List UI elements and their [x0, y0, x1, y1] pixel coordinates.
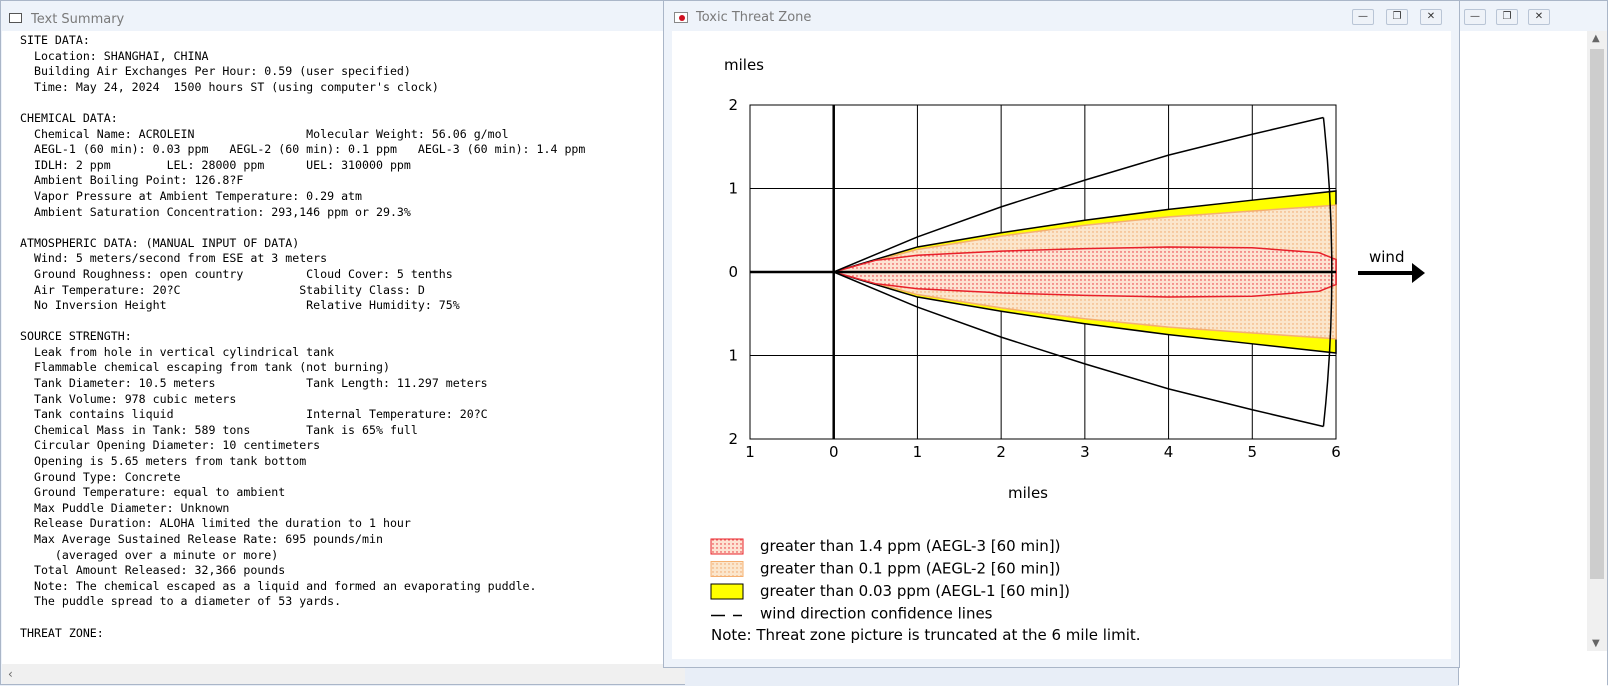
restore-button[interactable]: ❐: [1496, 9, 1518, 25]
scroll-left-icon[interactable]: ‹: [8, 667, 13, 681]
x-tick-label: 6: [1331, 443, 1341, 461]
summary-line: Flammable chemical escaping from tank (n…: [20, 360, 390, 375]
minimize-button[interactable]: —: [1352, 9, 1374, 25]
summary-line: Max Average Sustained Release Rate: 695 …: [20, 532, 383, 546]
y-tick-label: 1: [728, 347, 738, 365]
scrollbar-thumb[interactable]: [1590, 49, 1604, 579]
window-title: Toxic Threat Zone: [696, 10, 812, 25]
summary-line: CHEMICAL DATA:: [20, 110, 118, 125]
summary-line: Ambient Saturation Concentration: 293,14…: [20, 204, 411, 219]
wind-label: wind: [1369, 248, 1404, 266]
legend-label: greater than 0.1 ppm (AEGL-2 [60 min]): [760, 560, 1060, 578]
threat-zone-canvas: 1012345621012 miles miles wind greater t…: [672, 31, 1451, 659]
threat-zone-icon: [674, 12, 688, 23]
background-window-content: ▲ ▼: [1459, 31, 1607, 686]
aegl1-swatch: [710, 583, 744, 600]
x-tick-label: 1: [745, 443, 755, 461]
summary-line: Total Amount Released: 32,366 pounds: [20, 563, 286, 578]
x-tick-label: 4: [1164, 443, 1174, 461]
summary-line: Max Puddle Diameter: Unknown: [20, 500, 230, 515]
summary-line: Tank Diameter: 10.5 meters Tank Length: …: [20, 376, 488, 391]
summary-line: Ambient Boiling Point: 126.8?F: [20, 173, 244, 188]
summary-line: Time: May 24, 2024 1500 hours ST (using …: [20, 79, 439, 94]
summary-line: Air Temperature: 20?C Stability Class: D: [20, 282, 425, 297]
summary-line: THREAT ZONE:: [20, 625, 104, 640]
summary-line: ATMOSPHERIC DATA: (MANUAL INPUT OF DATA): [20, 235, 300, 250]
summary-line: Release Duration: ALOHA limited the dura…: [20, 516, 411, 531]
summary-text: SITE DATA: Location: SHANGHAI, CHINA Bui…: [2, 31, 685, 641]
background-window[interactable]: — ❐ ✕ ▲ ▼: [1458, 0, 1608, 686]
x-tick-label: 3: [1080, 443, 1090, 461]
summary-line: Opening is 5.65 meters from tank bottom: [20, 454, 307, 469]
summary-line: SOURCE STRENGTH:: [20, 329, 132, 344]
text-summary-titlebar[interactable]: Text Summary: [1, 1, 686, 31]
legend-label: wind direction confidence lines: [760, 605, 993, 623]
summary-line: No Inversion Height Relative Humidity: 7…: [20, 298, 460, 313]
summary-line: IDLH: 2 ppm LEL: 28000 ppm UEL: 310000 p…: [20, 157, 411, 172]
summary-line: Location: SHANGHAI, CHINA: [20, 48, 209, 63]
truncation-note: Note: Threat zone picture is truncated a…: [711, 626, 1141, 644]
wind-indicator: wind: [1358, 248, 1425, 283]
y-tick-label: 0: [728, 263, 738, 281]
vertical-scrollbar[interactable]: ▲ ▼: [1587, 31, 1607, 651]
y-tick-label: 2: [728, 430, 738, 448]
summary-line: Building Air Exchanges Per Hour: 0.59 (u…: [20, 64, 411, 79]
document-icon: [9, 13, 22, 23]
summary-line: Circular Opening Diameter: 10 centimeter…: [20, 438, 321, 453]
summary-line: Vapor Pressure at Ambient Temperature: 0…: [20, 188, 363, 203]
summary-line: The puddle spread to a diameter of 53 ya…: [20, 594, 342, 609]
aegl3-swatch: [710, 538, 744, 555]
legend-label: greater than 0.03 ppm (AEGL-1 [60 min]): [760, 582, 1070, 600]
text-summary-content[interactable]: SITE DATA: Location: SHANGHAI, CHINA Bui…: [2, 31, 685, 664]
summary-line: (averaged over a minute or more): [20, 547, 279, 562]
summary-line: Wind: 5 meters/second from ESE at 3 mete…: [20, 251, 328, 266]
scroll-up-icon[interactable]: ▲: [1592, 33, 1600, 44]
scroll-down-icon[interactable]: ▼: [1592, 638, 1600, 649]
horizontal-scrollbar[interactable]: ‹: [2, 664, 685, 684]
toxic-threat-zone-window[interactable]: Toxic Threat Zone — ❐ ✕ 1012345621012 mi…: [663, 0, 1460, 668]
x-tick-label: 5: [1248, 443, 1258, 461]
summary-line: Ground Temperature: equal to ambient: [20, 485, 286, 500]
summary-line: Tank contains liquid Internal Temperatur…: [20, 407, 488, 422]
wind-arrow-icon: [1412, 263, 1425, 283]
summary-line: Leak from hole in vertical cylindrical t…: [20, 344, 335, 359]
summary-line: Ground Type: Concrete: [20, 469, 181, 484]
summary-line: Chemical Name: ACROLEIN Molecular Weight…: [20, 126, 509, 141]
x-axis-units: miles: [1008, 484, 1048, 502]
x-tick-label: 2: [996, 443, 1006, 461]
y-tick-label: 1: [728, 180, 738, 198]
close-button[interactable]: ✕: [1528, 9, 1550, 25]
y-axis-units: miles: [724, 56, 764, 74]
text-summary-window[interactable]: Text Summary SITE DATA: Location: SHANGH…: [0, 0, 685, 685]
summary-line: Tank Volume: 978 cubic meters: [20, 391, 237, 406]
restore-button[interactable]: ❐: [1386, 9, 1408, 25]
aegl2-swatch: [710, 561, 744, 577]
summary-line: SITE DATA:: [20, 33, 90, 47]
summary-line: Chemical Mass in Tank: 589 tons Tank is …: [20, 422, 418, 437]
window-title: Text Summary: [31, 12, 125, 27]
threat-zone-plot: 1 0 1 2 3 4 5 621012 miles miles wind greater t…: [710, 56, 1425, 644]
x-tick-label: 0: [829, 443, 839, 461]
summary-line: AEGL-1 (60 min): 0.03 ppm AEGL-2 (60 min…: [20, 142, 586, 157]
legend: greater than 1.4 ppm (AEGL-3 [60 min]) gr…: [710, 537, 1070, 623]
summary-line: Note: The chemical escaped as a liquid a…: [20, 578, 537, 593]
y-tick-label: 2: [728, 96, 738, 114]
close-button[interactable]: ✕: [1420, 9, 1442, 25]
x-tick-label: 1: [913, 443, 923, 461]
minimize-button[interactable]: —: [1464, 9, 1486, 25]
legend-label: greater than 1.4 ppm (AEGL-3 [60 min]): [760, 537, 1060, 555]
summary-line: Ground Roughness: open country Cloud Cov…: [20, 266, 453, 281]
